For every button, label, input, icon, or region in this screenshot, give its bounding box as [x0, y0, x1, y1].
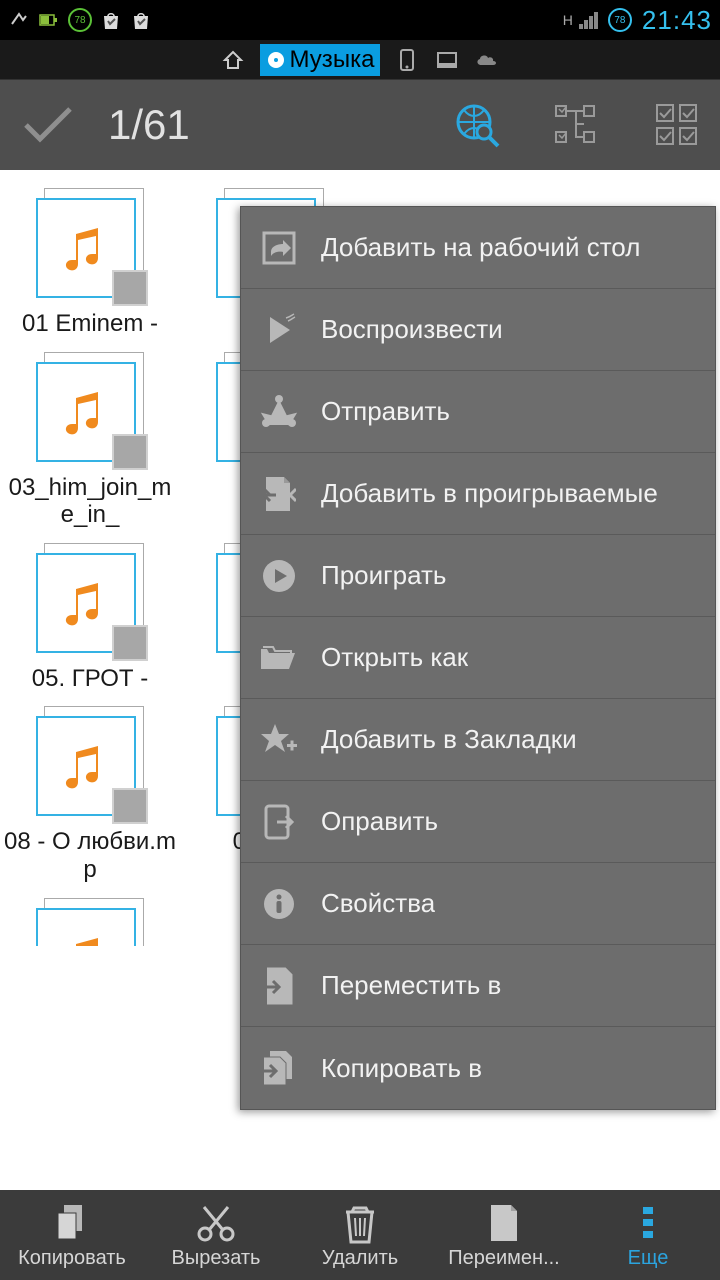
bottom-cut[interactable]: Вырезать: [144, 1190, 288, 1280]
add-file-icon: [259, 474, 299, 514]
menu-text: Копировать в: [321, 1053, 482, 1084]
tab-label: Музыка: [290, 46, 375, 74]
menu-add-desktop[interactable]: Добавить на рабочий стол: [241, 207, 715, 289]
status-left: 78: [8, 8, 152, 32]
trash-icon: [342, 1201, 378, 1245]
status-right: H 78 21:43: [563, 5, 712, 36]
scissors-icon: [196, 1201, 236, 1245]
bottom-label: Вырезать: [172, 1247, 261, 1270]
file-item[interactable]: 03_him_join_me_in_: [0, 344, 180, 535]
confirm-check-icon[interactable]: [18, 103, 78, 147]
menu-properties[interactable]: Свойства: [241, 863, 715, 945]
menu-text: Отправить: [321, 396, 450, 427]
file-name: 01 Eminem -: [4, 310, 176, 338]
bottom-more[interactable]: Еще: [576, 1190, 720, 1280]
menu-move-to[interactable]: Переместить в: [241, 945, 715, 1027]
context-menu: Добавить на рабочий стол Воспроизвести О…: [240, 206, 716, 1110]
menu-text: Добавить в проигрываемые: [321, 478, 658, 509]
copy-icon: [54, 1201, 90, 1245]
computer-icon[interactable]: [434, 47, 460, 73]
info-icon: [259, 884, 299, 924]
menu-add-playlist[interactable]: Добавить в проигрываемые: [241, 453, 715, 535]
menu-play[interactable]: Воспроизвести: [241, 289, 715, 371]
tab-music[interactable]: Музыка: [260, 44, 381, 76]
file-item[interactable]: [0, 890, 180, 952]
select-all-icon[interactable]: [652, 100, 702, 150]
menu-open-as[interactable]: Открыть как: [241, 617, 715, 699]
file-item[interactable]: 08 - О любви.mp: [0, 698, 180, 889]
music-file-icon: [30, 541, 150, 661]
star-add-icon: [259, 720, 299, 760]
menu-text: Добавить в Закладки: [321, 724, 577, 755]
cloud-icon[interactable]: [474, 47, 500, 73]
music-file-icon: [30, 896, 150, 946]
battery-icon: [38, 9, 60, 31]
bottom-label: Удалить: [322, 1247, 398, 1270]
globe-search-icon[interactable]: [452, 100, 502, 150]
menu-play-2[interactable]: Проиграть: [241, 535, 715, 617]
phone-icon[interactable]: [394, 47, 420, 73]
signal-icon: [579, 11, 598, 29]
tab-bar: Музыка: [0, 40, 720, 80]
bag-icon-1: [100, 9, 122, 31]
share-icon: [259, 392, 299, 432]
home-icon[interactable]: [220, 47, 246, 73]
file-name: 05. ГРОТ -: [4, 665, 176, 693]
folder-open-icon: [259, 638, 299, 678]
selection-bar: 1/61: [0, 80, 720, 170]
bottom-label: Копировать: [18, 1247, 126, 1270]
menu-bookmark[interactable]: Добавить в Закладки: [241, 699, 715, 781]
music-file-icon: [30, 350, 150, 470]
play-icon: [259, 310, 299, 350]
file-item[interactable]: 05. ГРОТ -: [0, 535, 180, 699]
selection-actions: [452, 100, 702, 150]
play-circle-icon: [259, 556, 299, 596]
copy-to-icon: [259, 1048, 299, 1088]
notif-icon: [8, 9, 30, 31]
bottom-bar: Копировать Вырезать Удалить Переимен... …: [0, 1190, 720, 1280]
bottom-delete[interactable]: Удалить: [288, 1190, 432, 1280]
menu-send-2[interactable]: Оправить: [241, 781, 715, 863]
shortcut-icon: [259, 228, 299, 268]
bag-icon-2: [130, 9, 152, 31]
file-name: 08 - О любви.mp: [4, 828, 176, 883]
bottom-label: Еще: [628, 1247, 669, 1270]
status-bar: 78 H 78 21:43: [0, 0, 720, 40]
rename-icon: [487, 1201, 521, 1245]
menu-text: Добавить на рабочий стол: [321, 232, 640, 263]
move-icon: [259, 966, 299, 1006]
export-icon: [259, 802, 299, 842]
menu-text: Открыть как: [321, 642, 468, 673]
badge-2: 78: [608, 8, 632, 32]
menu-text: Воспроизвести: [321, 314, 503, 345]
more-icon: [641, 1201, 655, 1245]
bottom-rename[interactable]: Переимен...: [432, 1190, 576, 1280]
network-type: H: [563, 12, 573, 28]
menu-send[interactable]: Отправить: [241, 371, 715, 453]
bottom-label: Переимен...: [448, 1247, 560, 1270]
file-name: 03_him_join_me_in_: [4, 474, 176, 529]
tree-icon[interactable]: [552, 100, 602, 150]
music-file-icon: [30, 186, 150, 306]
menu-text: Проиграть: [321, 560, 446, 591]
menu-text: Оправить: [321, 806, 438, 837]
selection-count: 1/61: [108, 101, 422, 149]
menu-text: Переместить в: [321, 970, 501, 1001]
disc-icon: [266, 50, 286, 70]
badge-1: 78: [68, 8, 92, 32]
music-file-icon: [30, 704, 150, 824]
file-item[interactable]: 01 Eminem -: [0, 180, 180, 344]
menu-text: Свойства: [321, 888, 435, 919]
clock: 21:43: [642, 5, 712, 36]
bottom-copy[interactable]: Копировать: [0, 1190, 144, 1280]
menu-copy-to[interactable]: Копировать в: [241, 1027, 715, 1109]
